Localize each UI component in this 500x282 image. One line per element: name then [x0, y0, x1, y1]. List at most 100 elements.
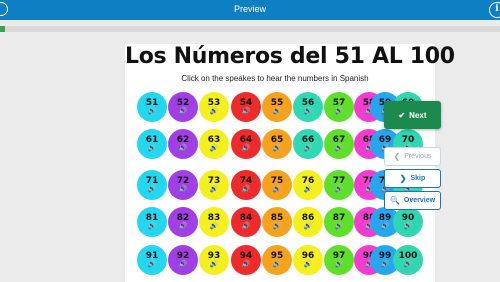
number-button[interactable]: 77 🔊 [324, 170, 354, 200]
number-button[interactable]: 54 🔊 [231, 92, 261, 122]
speaker-icon[interactable]: 🔊 [179, 145, 188, 153]
number-button[interactable]: 85 🔊 [262, 207, 292, 237]
speaker-icon[interactable]: 🔊 [179, 186, 188, 194]
speaker-icon[interactable]: 🔊 [210, 223, 219, 231]
speaker-icon[interactable]: 🔊 [381, 223, 390, 231]
speaker-icon[interactable]: 🔊 [179, 108, 188, 116]
speaker-icon[interactable]: 🔊 [148, 186, 157, 194]
speaker-icon[interactable]: 🔊 [148, 261, 157, 269]
number-label: 76 [301, 176, 315, 186]
number-button[interactable]: 56 🔊 [293, 92, 323, 122]
number-label: 91 [145, 251, 159, 261]
number-button[interactable]: 64 🔊 [231, 129, 261, 159]
info-icon[interactable]: i [489, 2, 500, 18]
number-button[interactable]: 71 🔊 [137, 170, 167, 200]
next-button[interactable]: ✔ Next [384, 101, 441, 129]
number-button[interactable]: 51 🔊 [137, 92, 167, 122]
number-button[interactable]: 92 🔊 [168, 245, 198, 275]
speaker-icon[interactable]: 🔊 [335, 145, 344, 153]
speaker-icon[interactable]: 🔊 [273, 261, 282, 269]
number-button[interactable]: 67 🔊 [324, 129, 354, 159]
speaker-icon[interactable]: 🔊 [304, 261, 313, 269]
number-button[interactable]: 96 🔊 [293, 245, 323, 275]
number-button[interactable]: 82 🔊 [168, 207, 198, 237]
speaker-icon[interactable]: 🔊 [242, 186, 251, 194]
speaker-icon[interactable]: 🔊 [404, 223, 413, 231]
number-label: 61 [145, 135, 159, 145]
number-label: 84 [239, 213, 253, 223]
number-button[interactable]: 81 🔊 [137, 207, 167, 237]
number-button[interactable]: 74 🔊 [231, 170, 261, 200]
number-button[interactable]: 94 🔊 [231, 245, 261, 275]
speaker-icon[interactable]: 🔊 [210, 108, 219, 116]
number-button[interactable]: 52 🔊 [168, 92, 198, 122]
number-label: 62 [176, 135, 190, 145]
speaker-icon[interactable]: 🔊 [148, 108, 157, 116]
speaker-icon[interactable]: 🔊 [242, 223, 251, 231]
speaker-icon[interactable]: 🔊 [210, 186, 219, 194]
speaker-icon[interactable]: 🔊 [242, 145, 251, 153]
number-button[interactable]: 93 🔊 [199, 245, 229, 275]
number-button[interactable]: 73 🔊 [199, 170, 229, 200]
speaker-icon[interactable]: 🔊 [148, 223, 157, 231]
speaker-icon[interactable]: 🔊 [210, 145, 219, 153]
skip-button[interactable]: ❯ Skip [384, 169, 441, 188]
progress-fill [0, 26, 5, 32]
previous-label: Previous [404, 153, 432, 160]
speaker-icon[interactable]: 🔊 [335, 223, 344, 231]
speaker-icon[interactable]: 🔊 [273, 186, 282, 194]
speaker-icon[interactable]: 🔊 [335, 108, 344, 116]
number-button[interactable]: 65 🔊 [262, 129, 292, 159]
number-label: 87 [332, 213, 346, 223]
number-button[interactable]: 72 🔊 [168, 170, 198, 200]
chevron-right-icon: ❯ [399, 174, 407, 183]
previous-button[interactable]: ❮ Previous [384, 147, 441, 166]
slide-subtitle: Click on the speakes to hear the numbers… [181, 74, 369, 83]
number-button[interactable]: 84 🔊 [231, 207, 261, 237]
number-button[interactable]: 83 🔊 [199, 207, 229, 237]
number-label: 92 [176, 251, 190, 261]
speaker-icon[interactable]: 🔊 [335, 186, 344, 194]
speaker-icon[interactable]: 🔊 [179, 261, 188, 269]
number-label: 55 [270, 98, 284, 108]
speaker-icon[interactable]: 🔊 [304, 186, 313, 194]
speaker-icon[interactable]: 🔊 [304, 108, 313, 116]
overview-button[interactable]: 🔍 Overview [384, 191, 441, 210]
number-button[interactable]: 90 🔊 [393, 207, 423, 237]
number-label: 65 [270, 135, 284, 145]
speaker-icon[interactable]: 🔊 [304, 223, 313, 231]
number-button[interactable]: 95 🔊 [262, 245, 292, 275]
speaker-icon[interactable]: 🔊 [304, 145, 313, 153]
speaker-icon[interactable]: 🔊 [242, 108, 251, 116]
next-label: Next [409, 110, 427, 120]
number-button[interactable]: 76 🔊 [293, 170, 323, 200]
speaker-icon[interactable]: 🔊 [242, 261, 251, 269]
number-button[interactable]: 97 🔊 [324, 245, 354, 275]
number-button[interactable]: 87 🔊 [324, 207, 354, 237]
number-button[interactable]: 86 🔊 [293, 207, 323, 237]
speaker-icon[interactable]: 🔊 [404, 261, 413, 269]
speaker-icon[interactable]: 🔊 [273, 145, 282, 153]
speaker-icon[interactable]: 🔊 [179, 223, 188, 231]
speaker-icon[interactable]: 🔊 [210, 261, 219, 269]
number-button[interactable]: 63 🔊 [199, 129, 229, 159]
number-label: 63 [207, 135, 221, 145]
number-button[interactable]: 55 🔊 [262, 92, 292, 122]
speaker-icon[interactable]: 🔊 [381, 261, 390, 269]
number-button[interactable]: 53 🔊 [199, 92, 229, 122]
number-button[interactable]: 91 🔊 [137, 245, 167, 275]
number-button[interactable]: 61 🔊 [137, 129, 167, 159]
number-label: 85 [270, 213, 284, 223]
number-button[interactable]: 100 🔊 [393, 245, 423, 275]
speaker-icon[interactable]: 🔊 [148, 145, 157, 153]
speaker-icon[interactable]: 🔊 [273, 223, 282, 231]
speaker-icon[interactable]: 🔊 [335, 261, 344, 269]
number-button[interactable]: 75 🔊 [262, 170, 292, 200]
skip-label: Skip [410, 175, 426, 182]
number-button[interactable]: 62 🔊 [168, 129, 198, 159]
number-button[interactable]: 57 🔊 [324, 92, 354, 122]
number-label: 54 [239, 98, 253, 108]
number-label: 93 [207, 251, 221, 261]
number-button[interactable]: 66 🔊 [293, 129, 323, 159]
speaker-icon[interactable]: 🔊 [273, 108, 282, 116]
